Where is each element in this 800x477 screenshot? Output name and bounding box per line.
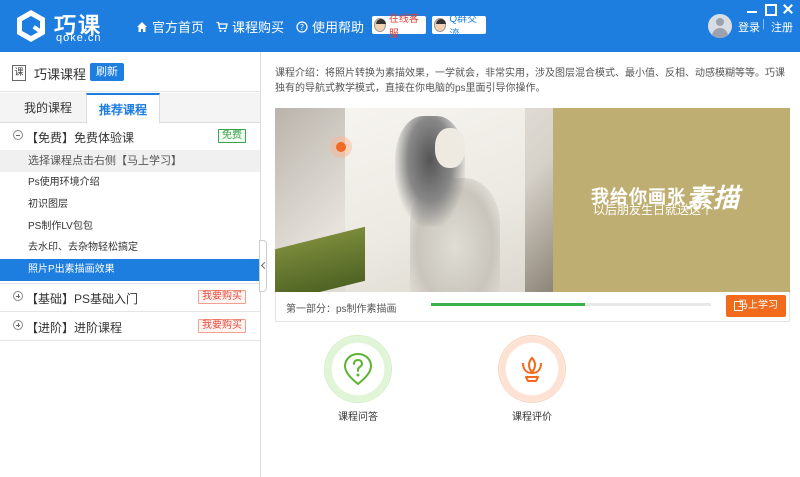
tab-my-courses[interactable]: 我的课程	[12, 93, 84, 123]
course-qa-button[interactable]: 课程问答	[323, 336, 393, 423]
buy-basic-button[interactable]: 我要购买	[198, 290, 246, 304]
home-icon	[137, 21, 147, 32]
svg-text:?: ?	[300, 23, 304, 32]
logo-icon	[17, 10, 45, 42]
part-label: 第一部分：ps制作素描画	[286, 304, 397, 315]
list-item[interactable]: PS制作LV包包	[0, 216, 260, 238]
refresh-button[interactable]: 刷新	[90, 63, 124, 81]
sidebar: 课 巧课课程 刷新 我的课程 推荐课程 【免费】免费体验课 免费 选择课程点击右…	[0, 52, 261, 477]
course-qa-label: 课程问答	[338, 412, 378, 423]
list-item[interactable]: 初识图层	[0, 194, 260, 216]
logo-domain: qoke.cn	[56, 32, 102, 44]
course-rating-button[interactable]: 课程评价	[497, 336, 567, 423]
list-item[interactable]: Ps使用环境介绍	[0, 172, 260, 194]
course-banner: 我给你画张素描 以后朋友生日就送这个	[275, 108, 790, 292]
cursor-highlight-icon	[330, 136, 352, 158]
help-icon: ?	[296, 20, 308, 33]
sidebar-title: 巧课课程	[34, 67, 87, 82]
lesson-hint: 选择课程点击右侧【马上学习】	[0, 150, 260, 172]
learn-now-label: 马上学习	[738, 300, 778, 311]
login-separator: |	[762, 18, 765, 30]
minimize-icon[interactable]	[746, 3, 758, 15]
banner-photo	[275, 108, 553, 292]
course-icon: 课	[12, 65, 26, 81]
nav-buy[interactable]: 课程购买	[216, 17, 284, 36]
book-icon	[734, 301, 743, 311]
list-item[interactable]: 去水印、去杂物轻松搞定	[0, 237, 260, 259]
qq-group-button[interactable]: Q群交流	[432, 14, 486, 40]
question-icon	[343, 352, 373, 386]
online-service-label: 在线客服	[388, 14, 419, 40]
lotus-icon	[522, 356, 542, 382]
list-item-selected[interactable]: 照片P出素描画效果	[0, 259, 260, 281]
sidebar-tabs: 我的课程 推荐课程	[0, 93, 260, 124]
section-advanced-label: 【进阶】进阶课程	[26, 321, 123, 335]
service-avatar-icon	[374, 18, 386, 32]
expand-icon[interactable]	[13, 320, 23, 330]
register-link[interactable]: 注册	[771, 19, 793, 35]
buy-advanced-button[interactable]: 我要购买	[198, 319, 246, 333]
section-divider	[0, 340, 260, 341]
nav-home[interactable]: 官方首页	[136, 17, 204, 36]
maximize-icon[interactable]	[764, 3, 777, 16]
pencil-icon	[275, 226, 365, 292]
expand-icon[interactable]	[13, 291, 23, 301]
window-controls	[746, 3, 794, 16]
user-avatar[interactable]	[708, 14, 732, 38]
sketch-face	[435, 128, 465, 168]
qq-avatar-icon	[434, 18, 447, 32]
course-rating-label: 课程评价	[512, 412, 552, 423]
qa-ring	[325, 336, 391, 402]
cart-icon	[216, 21, 228, 32]
banner-text-panel: 我给你画张素描 以后朋友生日就送这个	[553, 108, 790, 292]
online-service-button[interactable]: 在线客服	[372, 14, 426, 40]
qq-group-label: Q群交流	[449, 14, 478, 40]
section-divider	[0, 311, 260, 312]
section-basic[interactable]: 【基础】PS基础入门 我要购买	[0, 285, 260, 309]
login-link[interactable]: 登录	[738, 19, 760, 35]
course-intro: 课程介绍：将照片转换为素描效果，一学就会，非常实用，涉及图层混合模式、最小值、反…	[275, 68, 785, 94]
free-badge: 免费	[218, 129, 246, 143]
nav-help[interactable]: ? 使用帮助	[296, 17, 364, 36]
nav-help-label: 使用帮助	[312, 20, 365, 35]
section-free-label: 【免费】免费体验课	[26, 131, 135, 145]
section-divider	[0, 283, 260, 284]
sidebar-header: 课 巧课课程 刷新	[0, 52, 260, 92]
nav-home-label: 官方首页	[152, 20, 205, 35]
section-basic-label: 【基础】PS基础入门	[26, 292, 139, 306]
sidebar-collapse-handle[interactable]	[259, 240, 267, 292]
nav-buy-label: 课程购买	[232, 20, 285, 35]
progress-bar	[431, 303, 711, 306]
progress-fill	[431, 303, 585, 306]
lesson-bar: 第一部分：ps制作素描画 马上学习	[275, 292, 790, 322]
learn-now-button[interactable]: 马上学习	[726, 295, 786, 317]
close-icon[interactable]	[782, 3, 794, 15]
top-bar: 巧课 qoke.cn 官方首页 课程购买 ? 使用帮助 在线客服 Q群交流 登录…	[0, 0, 800, 52]
section-free[interactable]: 【免费】免费体验课 免费	[0, 124, 260, 148]
rating-ring	[499, 336, 565, 402]
banner-subline: 以后朋友生日就送这个	[593, 203, 714, 217]
logo[interactable]: 巧课 qoke.cn	[14, 7, 110, 47]
tab-recommended-courses[interactable]: 推荐课程	[86, 93, 160, 124]
section-advanced[interactable]: 【进阶】进阶课程 我要购买	[0, 314, 260, 338]
collapse-icon[interactable]	[13, 130, 23, 140]
